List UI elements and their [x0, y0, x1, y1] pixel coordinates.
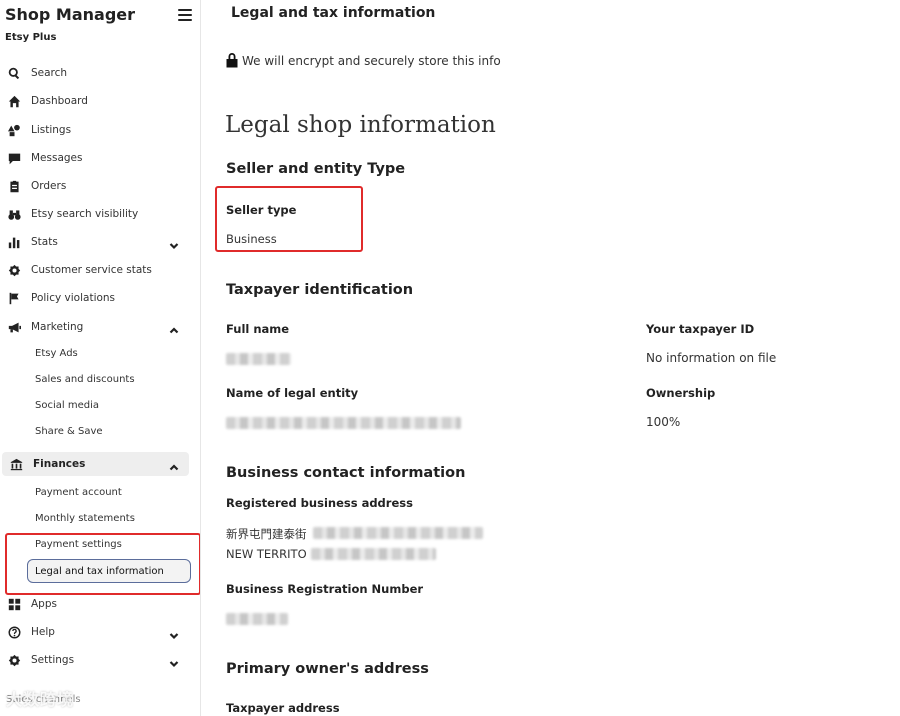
sidebar-item-help[interactable]: Help — [0, 620, 190, 644]
home-icon — [7, 94, 21, 108]
ownership-label: Ownership — [646, 386, 716, 400]
legal-entity-redacted — [226, 417, 461, 429]
primary-owner-heading: Primary owner's address — [226, 661, 429, 677]
main-content: Legal and tax information We will encryp… — [201, 0, 900, 716]
chevron-down-icon — [169, 626, 179, 640]
flag-icon — [7, 291, 21, 305]
watermark-logo: 大数跨境 — [6, 690, 75, 709]
bar-chart-icon — [7, 235, 21, 249]
sidebar-subitem-monthly-statements[interactable]: Monthly statements — [35, 511, 135, 527]
search-icon — [7, 66, 21, 80]
chevron-up-icon — [169, 458, 179, 471]
page-title: Legal and tax information — [231, 5, 436, 21]
question-icon — [7, 625, 21, 639]
sidebar-item-search[interactable]: Search — [0, 61, 190, 85]
address-line-1-redacted — [313, 527, 483, 539]
app-title: Shop Manager — [5, 5, 136, 24]
full-name-label: Full name — [226, 322, 290, 336]
sidebar-highlight-box — [5, 533, 200, 595]
address-line-1: 新界屯門建泰街 — [226, 527, 307, 541]
legal-entity-label: Name of legal entity — [226, 386, 359, 400]
sidebar-item-listings[interactable]: Listings — [0, 118, 190, 142]
sidebar-item-marketing[interactable]: Marketing — [0, 315, 190, 339]
taxpayer-heading: Taxpayer identification — [226, 282, 414, 298]
sidebar-subitem-share-save[interactable]: Share & Save — [35, 424, 103, 440]
encrypt-note: We will encrypt and securely store this … — [242, 54, 501, 68]
sidebar-subitem-social-media[interactable]: Social media — [35, 398, 99, 414]
sidebar-item-orders[interactable]: Orders — [0, 174, 190, 198]
brn-redacted — [226, 613, 288, 625]
legal-shop-heading: Legal shop information — [225, 112, 496, 138]
binoculars-icon — [7, 207, 21, 221]
address-line-2: NEW TERRITO — [226, 547, 307, 561]
business-contact-heading: Business contact information — [226, 465, 466, 481]
sidebar-item-finances[interactable]: Finances — [2, 452, 189, 476]
bank-icon — [9, 457, 23, 471]
gear-badge-icon — [7, 263, 21, 277]
clipboard-icon — [7, 179, 21, 193]
sidebar-item-messages[interactable]: Messages — [0, 146, 190, 170]
sidebar-item-policy-violations[interactable]: Policy violations — [0, 286, 190, 310]
ownership-value: 100% — [646, 415, 681, 429]
megaphone-icon — [7, 320, 21, 334]
chevron-down-icon — [169, 236, 179, 250]
full-name-redacted — [226, 353, 291, 365]
seller-entity-heading: Seller and entity Type — [226, 161, 406, 177]
chat-icon — [7, 151, 21, 165]
taxpayer-id-label: Your taxpayer ID — [646, 322, 755, 336]
shapes-icon — [7, 123, 21, 137]
sidebar-item-dashboard[interactable]: Dashboard — [0, 89, 190, 113]
sidebar: Shop Manager Etsy Plus Search Dashboard … — [0, 0, 201, 716]
gear-icon — [7, 653, 21, 667]
address-line-2-redacted — [311, 548, 436, 560]
plan-label: Etsy Plus — [5, 32, 57, 43]
sidebar-item-apps[interactable]: Apps — [0, 592, 190, 616]
taxpayer-address-label: Taxpayer address — [226, 701, 340, 715]
sidebar-subitem-etsy-ads[interactable]: Etsy Ads — [35, 346, 78, 362]
registered-address-label: Registered business address — [226, 496, 413, 510]
taxpayer-id-value: No information on file — [646, 351, 777, 365]
sidebar-subitem-sales-discounts[interactable]: Sales and discounts — [35, 372, 135, 388]
sidebar-item-search-visibility[interactable]: Etsy search visibility — [0, 202, 190, 226]
menu-icon[interactable] — [178, 9, 192, 21]
sidebar-subitem-payment-account[interactable]: Payment account — [35, 485, 122, 501]
grid-icon — [7, 597, 21, 611]
chevron-down-icon — [169, 654, 179, 668]
sidebar-item-customer-service-stats[interactable]: Customer service stats — [0, 258, 190, 282]
sidebar-item-stats[interactable]: Stats — [0, 230, 190, 254]
lock-icon — [225, 52, 239, 68]
chevron-up-icon — [169, 321, 179, 334]
seller-type-highlight-box — [215, 186, 363, 252]
sidebar-item-settings[interactable]: Settings — [0, 648, 190, 672]
brn-label: Business Registration Number — [226, 582, 424, 596]
